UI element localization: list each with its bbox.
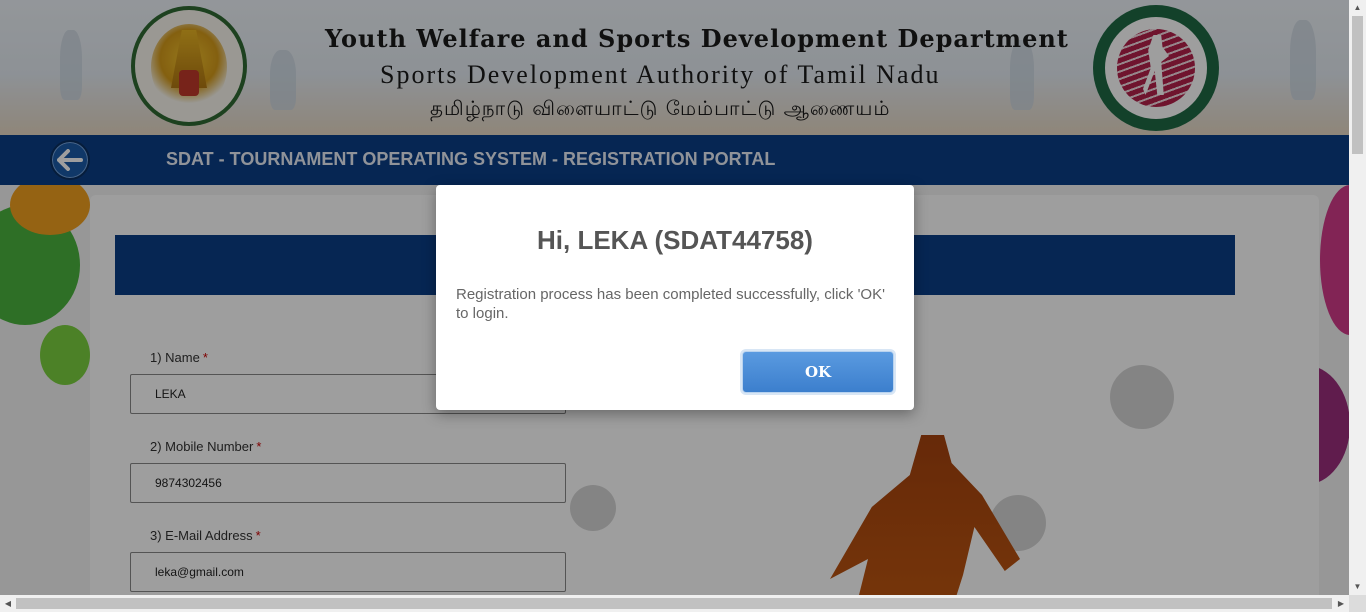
success-dialog: Hi, LEKA (SDAT44758) Registration proces…	[436, 185, 914, 410]
scroll-down-icon[interactable]: ▼	[1349, 579, 1366, 595]
ok-button[interactable]: OK	[742, 351, 894, 393]
scroll-right-icon[interactable]: ▶	[1333, 595, 1349, 612]
horizontal-scrollbar[interactable]: ◀ ▶	[0, 595, 1349, 612]
scroll-left-icon[interactable]: ◀	[0, 595, 16, 612]
scrollbar-corner	[1349, 595, 1366, 612]
dialog-message: Registration process has been completed …	[456, 286, 885, 322]
dialog-title: Hi, LEKA (SDAT44758)	[537, 225, 813, 255]
scroll-up-icon[interactable]: ▲	[1349, 0, 1366, 16]
vertical-scrollbar[interactable]: ▲ ▼	[1349, 0, 1366, 595]
vertical-scroll-thumb[interactable]	[1352, 16, 1363, 154]
horizontal-scroll-thumb[interactable]	[16, 598, 1332, 609]
